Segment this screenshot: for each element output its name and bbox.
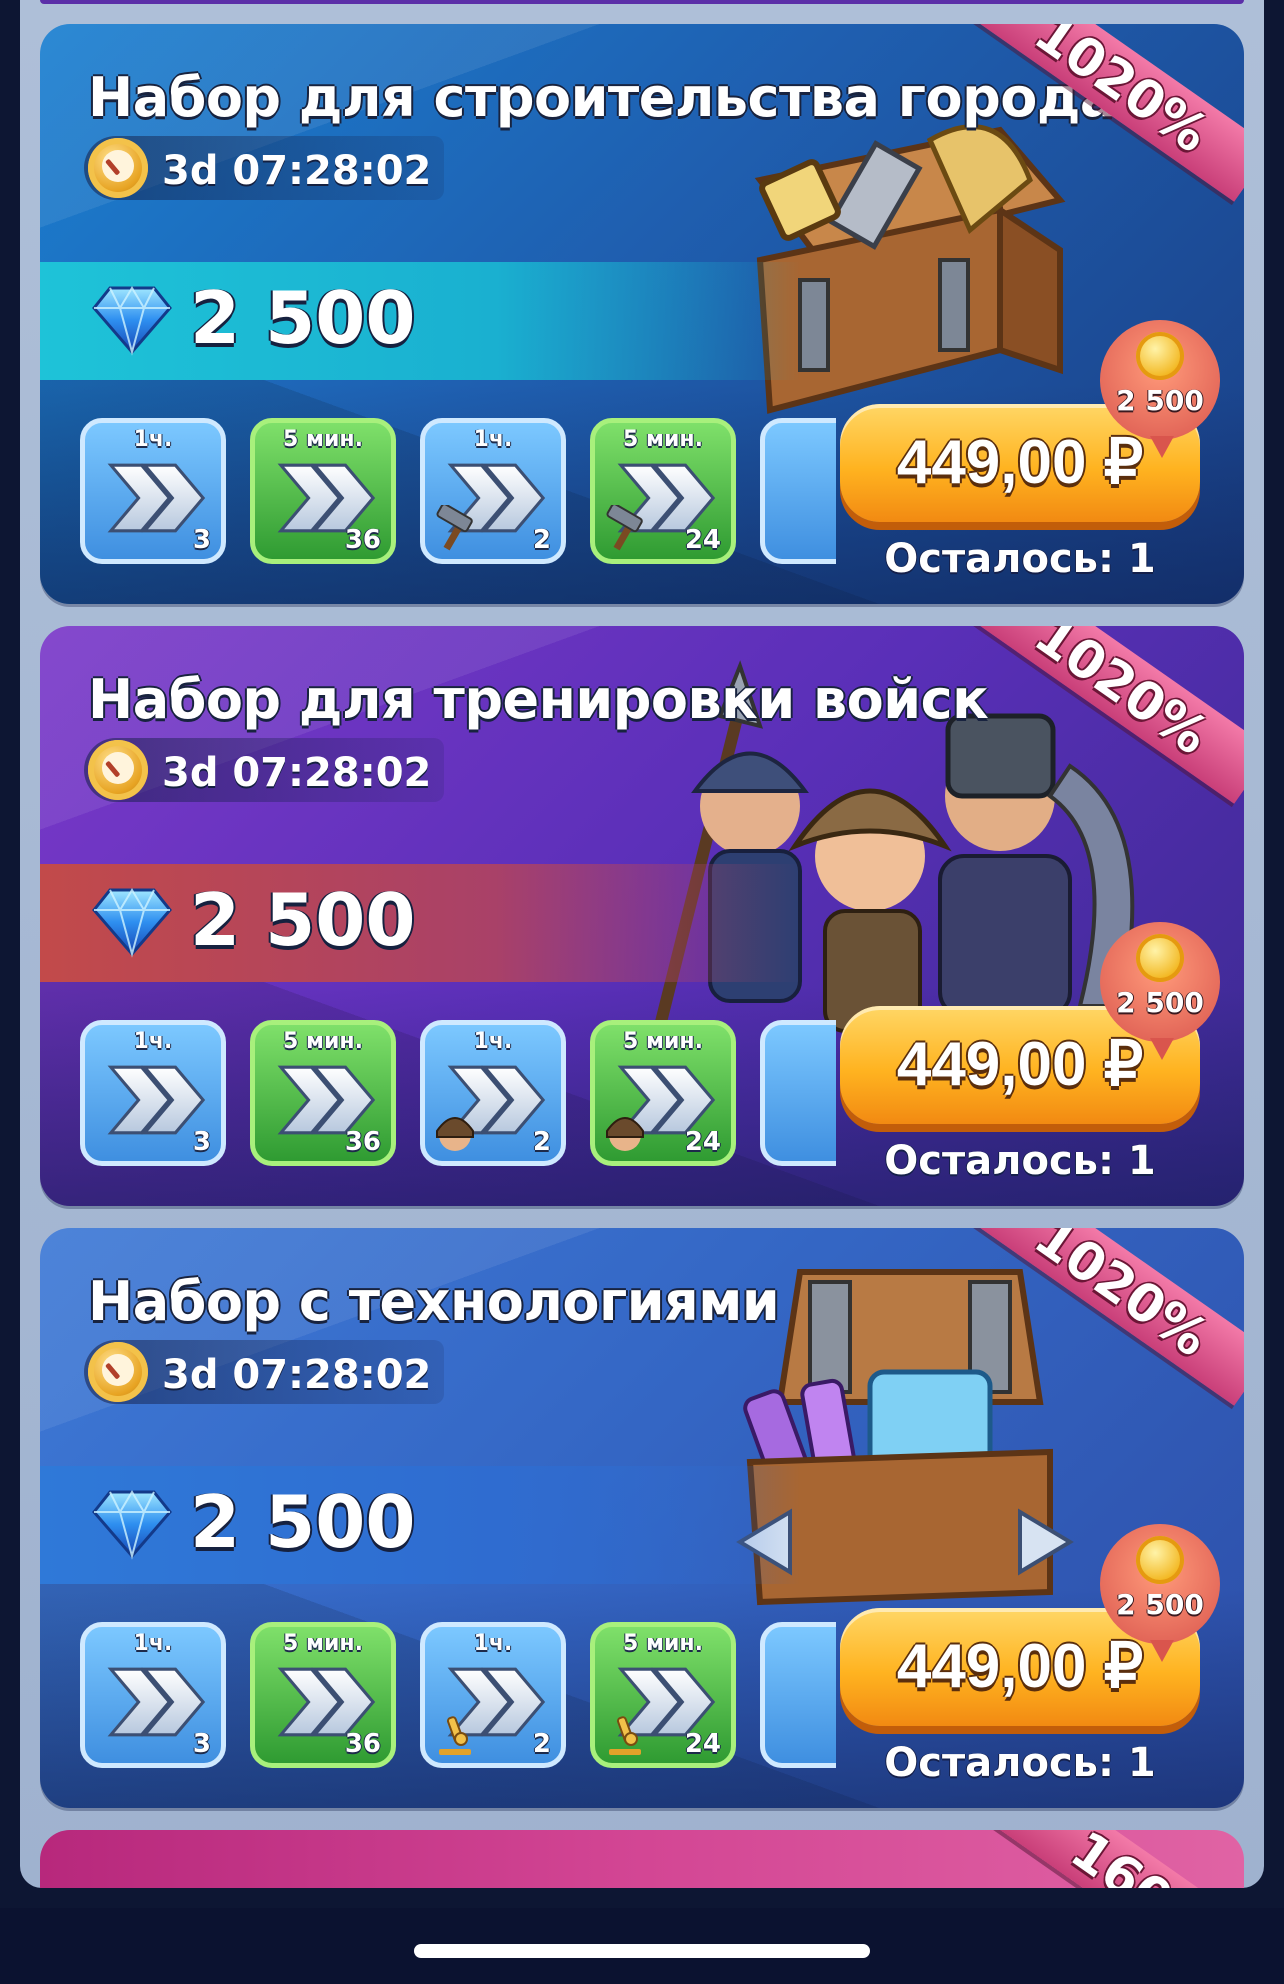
previous-offer-edge bbox=[40, 0, 1244, 4]
item-count: 24 bbox=[684, 525, 721, 555]
discount-badge: 160 bbox=[972, 1830, 1244, 1888]
speedup-item[interactable]: 1ч. 3 bbox=[80, 1622, 226, 1768]
reward-items: 1ч. 3 5 мин. 36 1ч. 2 5 мин. 24 bbox=[80, 418, 836, 568]
timer-text: 3d 07:28:02 bbox=[162, 148, 432, 194]
bonus-points-bubble: 2 500 bbox=[1100, 1524, 1220, 1662]
research-speedup-item[interactable]: 5 мин. 24 bbox=[590, 1622, 736, 1768]
item-duration: 1ч. bbox=[133, 1029, 173, 1054]
item-count: 36 bbox=[344, 1127, 381, 1157]
bonus-amount: 2 500 bbox=[1116, 986, 1204, 1019]
item-count: 2 bbox=[532, 525, 551, 555]
soldier-helmet-icon bbox=[601, 1107, 649, 1155]
item-duration: 5 мин. bbox=[623, 1029, 703, 1054]
item-count: 24 bbox=[684, 1127, 721, 1157]
gem-amount: 2 500 bbox=[190, 276, 416, 360]
item-count: 36 bbox=[344, 525, 381, 555]
bonus-amount: 2 500 bbox=[1116, 1588, 1204, 1621]
item-duration: 5 мин. bbox=[283, 427, 363, 452]
clock-icon bbox=[88, 138, 148, 198]
speedup-item[interactable]: 1ч. 3 bbox=[80, 418, 226, 564]
research-speedup-item[interactable]: 1ч. 2 bbox=[420, 1622, 566, 1768]
microscope-icon bbox=[431, 1709, 479, 1757]
item-count: 2 bbox=[532, 1127, 551, 1157]
clock-icon bbox=[88, 740, 148, 800]
item-duration: 5 мин. bbox=[623, 1631, 703, 1656]
gift-coin-icon bbox=[1136, 1536, 1184, 1584]
item-duration: 5 мин. bbox=[623, 427, 703, 452]
more-items-peek[interactable] bbox=[760, 418, 836, 564]
training-speedup-item[interactable]: 5 мин. 24 bbox=[590, 1020, 736, 1166]
remaining-count: Осталось: 1 bbox=[884, 536, 1156, 582]
soldier-helmet-icon bbox=[431, 1107, 479, 1155]
offer-title: Набор для строительства города bbox=[88, 66, 1116, 129]
item-duration: 1ч. bbox=[133, 427, 173, 452]
gem-reward: 2 500 bbox=[40, 1466, 800, 1584]
gift-coin-icon bbox=[1136, 934, 1184, 982]
hammer-icon bbox=[601, 505, 649, 553]
gem-reward: 2 500 bbox=[40, 864, 800, 982]
timer-text: 3d 07:28:02 bbox=[162, 1352, 432, 1398]
diamond-icon bbox=[90, 284, 174, 356]
speedup-item[interactable]: 5 мин. 36 bbox=[250, 418, 396, 564]
item-duration: 5 мин. bbox=[283, 1631, 363, 1656]
gem-reward: 2 500 bbox=[40, 262, 800, 380]
item-duration: 1ч. bbox=[133, 1631, 173, 1656]
item-count: 3 bbox=[192, 525, 211, 555]
bonus-points-bubble: 2 500 bbox=[1100, 922, 1220, 1060]
offer-title: Набор с технологиями bbox=[88, 1270, 780, 1333]
diamond-icon bbox=[90, 1488, 174, 1560]
offer-timer: 3d 07:28:02 bbox=[84, 1340, 444, 1404]
item-count: 36 bbox=[344, 1729, 381, 1759]
item-duration: 1ч. bbox=[473, 1631, 513, 1656]
more-items-peek[interactable] bbox=[760, 1020, 836, 1166]
gem-amount: 2 500 bbox=[190, 878, 416, 962]
speedup-item[interactable]: 5 мин. 36 bbox=[250, 1622, 396, 1768]
gift-coin-icon bbox=[1136, 332, 1184, 380]
training-speedup-item[interactable]: 1ч. 2 bbox=[420, 1020, 566, 1166]
offer-title: Набор для тренировки войск bbox=[88, 668, 989, 731]
timer-text: 3d 07:28:02 bbox=[162, 750, 432, 796]
offer-timer: 3d 07:28:02 bbox=[84, 738, 444, 802]
offer-card-troop-training: 1020% Набор для тренировки войск 3d 07:2… bbox=[40, 626, 1244, 1206]
bonus-points-bubble: 2 500 bbox=[1100, 320, 1220, 458]
item-duration: 1ч. bbox=[473, 427, 513, 452]
item-duration: 5 мин. bbox=[283, 1029, 363, 1054]
reward-items: 1ч. 3 5 мин. 36 1ч. 2 5 мин. 24 bbox=[80, 1020, 836, 1170]
item-count: 2 bbox=[532, 1729, 551, 1759]
speedup-item[interactable]: 5 мин. 36 bbox=[250, 1020, 396, 1166]
hammer-icon bbox=[431, 505, 479, 553]
offer-card-technologies: 1020% Набор с технологиями 3d 07:28:02 2… bbox=[40, 1228, 1244, 1808]
item-duration: 1ч. bbox=[473, 1029, 513, 1054]
item-count: 24 bbox=[684, 1729, 721, 1759]
diamond-icon bbox=[90, 886, 174, 958]
remaining-count: Осталось: 1 bbox=[884, 1740, 1156, 1786]
item-count: 3 bbox=[192, 1127, 211, 1157]
gem-amount: 2 500 bbox=[190, 1480, 416, 1564]
building-speedup-item[interactable]: 1ч. 2 bbox=[420, 418, 566, 564]
speedup-item[interactable]: 1ч. 3 bbox=[80, 1020, 226, 1166]
microscope-icon bbox=[601, 1709, 649, 1757]
clock-icon bbox=[88, 1342, 148, 1402]
offer-timer: 3d 07:28:02 bbox=[84, 136, 444, 200]
item-count: 3 bbox=[192, 1729, 211, 1759]
home-indicator[interactable] bbox=[414, 1944, 870, 1958]
bonus-amount: 2 500 bbox=[1116, 384, 1204, 417]
building-speedup-item[interactable]: 5 мин. 24 bbox=[590, 418, 736, 564]
reward-items: 1ч. 3 5 мин. 36 1ч. 2 5 мин. 24 bbox=[80, 1622, 836, 1772]
offer-card-next-partial[interactable]: 160 bbox=[40, 1830, 1244, 1888]
more-items-peek[interactable] bbox=[760, 1622, 836, 1768]
remaining-count: Осталось: 1 bbox=[884, 1138, 1156, 1184]
offer-card-city-building: 1020% Набор для строительства города 3d … bbox=[40, 24, 1244, 604]
